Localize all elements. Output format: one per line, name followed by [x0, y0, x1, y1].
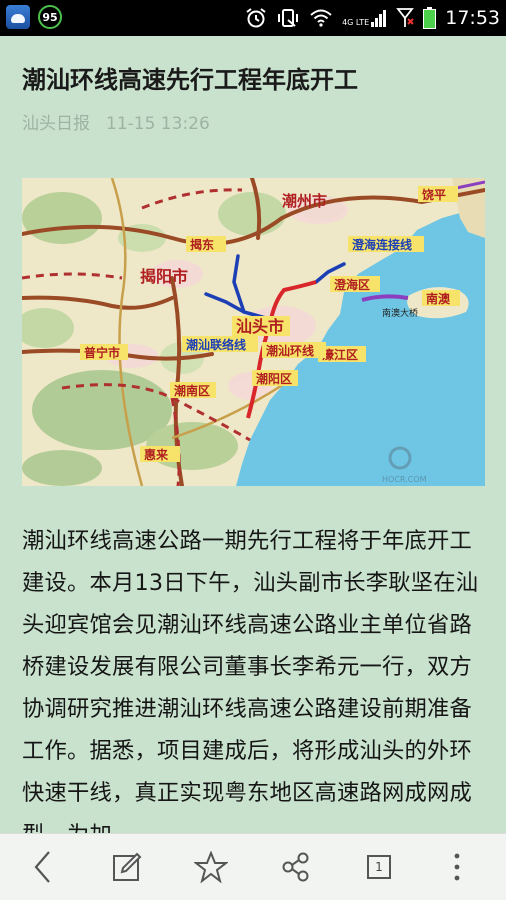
map-label-jieyang: 揭阳市: [140, 267, 188, 286]
article-map-image[interactable]: 潮州市 揭阳市 汕头市 普宁市 潮南区 潮阳区 濠江区 澄海区 南澳 惠来 揭东…: [22, 178, 485, 486]
vibrate-icon: [278, 9, 299, 27]
wifi-icon: [310, 9, 332, 27]
weather-app-icon: [6, 5, 30, 29]
map-label-jiedong: 揭东: [190, 237, 214, 252]
share-button[interactable]: [272, 844, 318, 890]
map-label-chaonan: 潮南区: [174, 383, 210, 398]
map-label-chaoyang: 潮阳区: [256, 371, 292, 386]
alarm-clock-icon: [246, 8, 266, 28]
map-label-nanao-bridge: 南澳大桥: [382, 307, 418, 319]
cell-signal-icon: [371, 10, 387, 27]
map-label-chaoshan-link: 潮汕联络线: [186, 337, 246, 352]
network-type-label: 4G LTE: [342, 18, 370, 27]
article-source[interactable]: 汕头日报: [22, 114, 90, 134]
no-sim-signal-icon: [396, 8, 415, 27]
map-label-raoping: 饶平: [422, 187, 446, 202]
map-label-chenghai: 澄海区: [334, 277, 370, 292]
chevron-left-icon: [34, 851, 50, 883]
favorite-button[interactable]: [188, 844, 234, 890]
article-title: 潮汕环线高速先行工程年底开工: [22, 66, 358, 94]
map-label-huilai: 惠来: [144, 447, 169, 462]
page-count-button[interactable]: 1: [356, 844, 402, 890]
edit-icon: [113, 852, 142, 881]
more-vertical-icon: [454, 853, 460, 881]
clock-time: 17:53: [445, 7, 500, 29]
star-icon: [194, 851, 228, 883]
map-watermark: HOCR.COM: [382, 475, 427, 484]
map-label-chaoshan-ring: 潮汕环线: [266, 343, 314, 358]
map-label-haojiang: 濠江区: [322, 347, 358, 362]
map-label-chaozhou: 潮州市: [282, 192, 327, 210]
share-icon: [282, 852, 309, 882]
notification-badge: 95: [38, 5, 62, 29]
comment-button[interactable]: [104, 844, 150, 890]
more-menu-button[interactable]: [434, 844, 480, 890]
article-datetime: 11-15 13:26: [106, 114, 210, 134]
article-body: 潮汕环线高速公路一期先行工程将于年底开工建设。本月13日下午，汕头副市长李耿坚在…: [22, 528, 479, 833]
map-label-shantou: 汕头市: [236, 317, 284, 336]
battery-icon: [423, 7, 437, 29]
page-count: 1: [367, 855, 391, 879]
map-label-nanao: 南澳: [426, 291, 451, 306]
status-bar: 95 4G LTE 17:53: [0, 0, 506, 36]
article-meta: 汕头日报 11-15 13:26: [22, 109, 486, 134]
map-label-chenghai-link: 澄海连接线: [352, 237, 412, 252]
back-button[interactable]: [20, 844, 66, 890]
map-label-puning: 普宁市: [84, 345, 120, 360]
article-header: 潮汕环线高速先行工程年底开工 汕头日报 11-15 13:26: [22, 36, 486, 134]
bottom-toolbar: 1: [0, 833, 506, 900]
